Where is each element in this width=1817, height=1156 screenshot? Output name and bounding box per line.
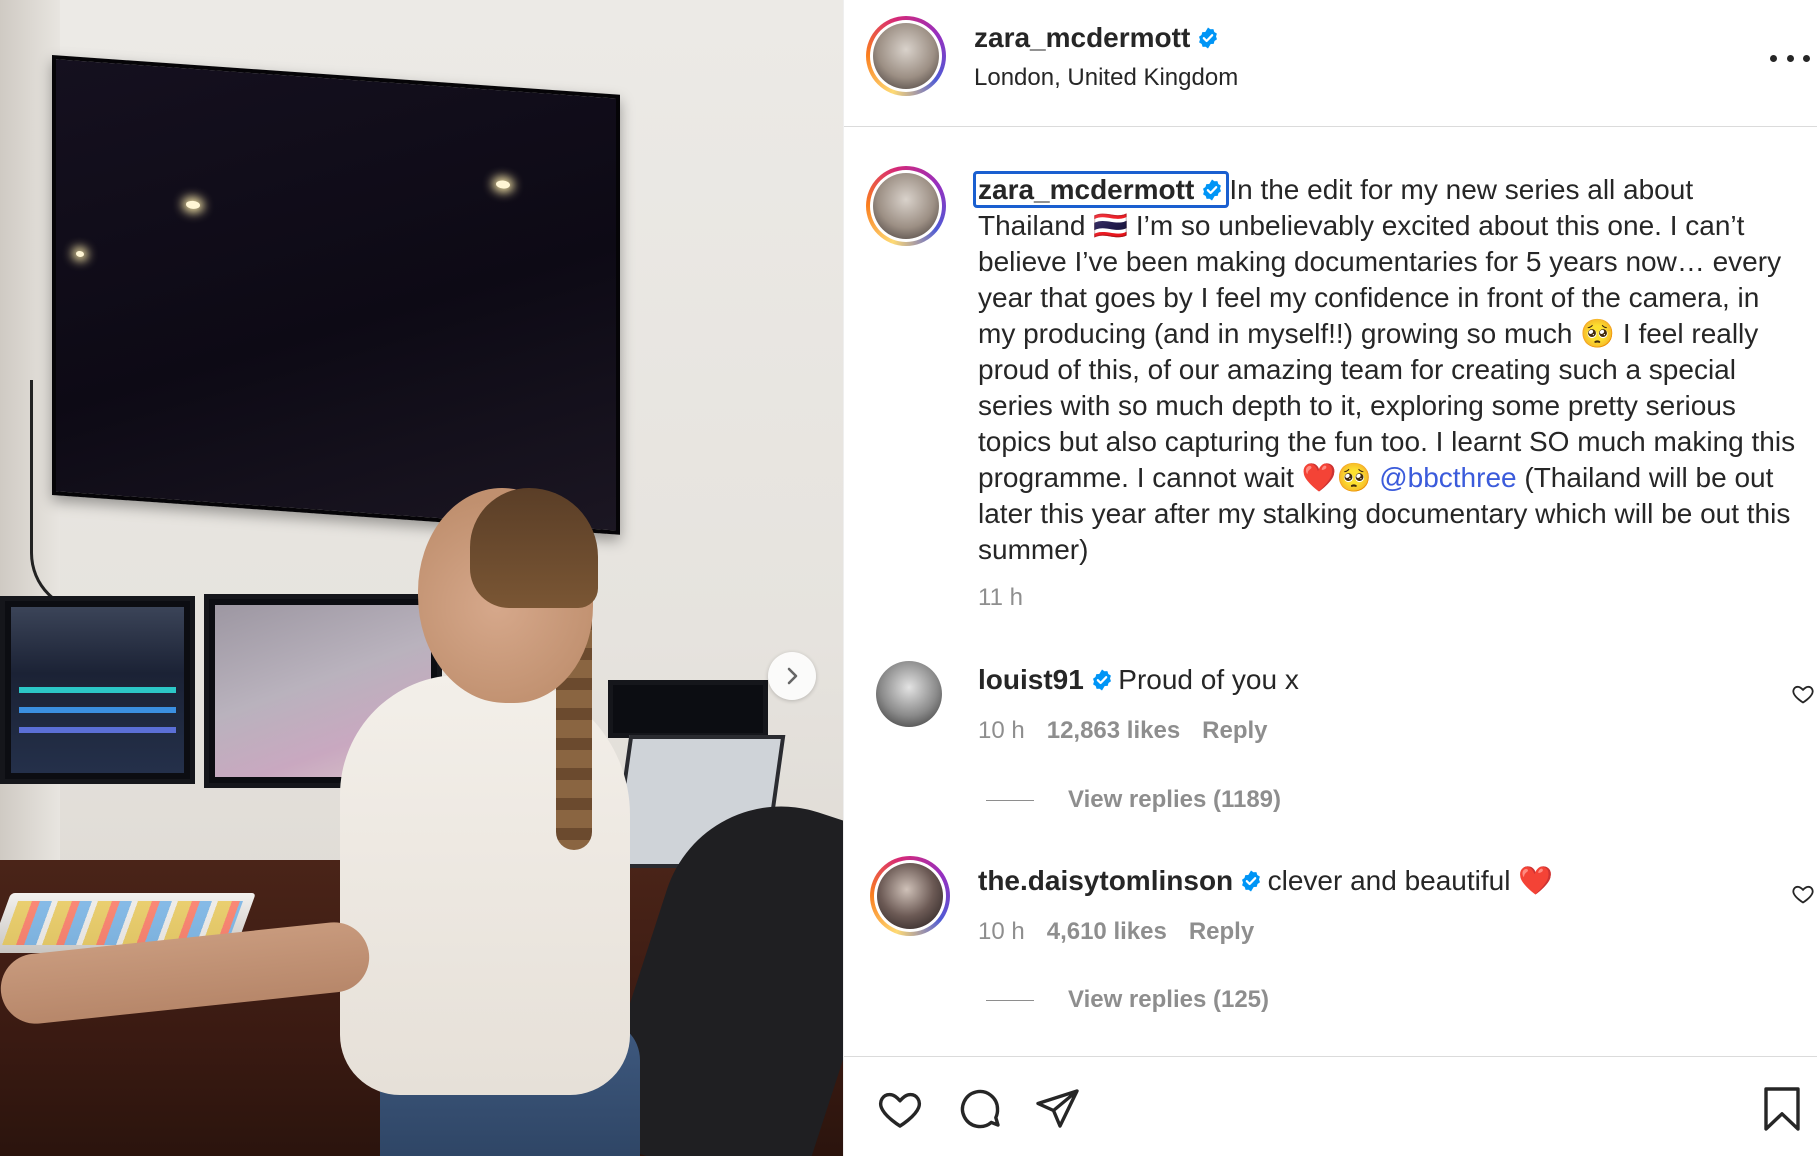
comment-like-heart-icon[interactable] [1791, 682, 1815, 706]
comment-time[interactable]: 10 h [978, 918, 1025, 945]
comment-icon[interactable] [956, 1085, 1004, 1133]
timeline-track [19, 707, 176, 713]
more-options-button[interactable] [1770, 40, 1810, 76]
comment-username[interactable]: the.daisytomlinson [978, 865, 1233, 896]
actions-divider [844, 1056, 1817, 1057]
replies-line [986, 800, 1034, 802]
comment: the.daisytomlinson clever and beautiful … [978, 864, 1758, 897]
avatar-image [873, 23, 939, 89]
heart-icon[interactable] [876, 1085, 924, 1133]
comment-likes[interactable]: 4,610 likes [1047, 918, 1167, 945]
view-replies-label[interactable]: View replies (125) [1068, 986, 1269, 1013]
comment-meta: 10 h 12,863 likes Reply [978, 717, 1290, 745]
view-replies-label[interactable]: View replies (1189) [1068, 786, 1281, 813]
post-image[interactable] [0, 0, 843, 1156]
caption-username[interactable]: zara_mcdermott [978, 174, 1194, 205]
verified-badge-icon [1203, 179, 1222, 201]
caption-username-link[interactable]: zara_mcdermott [973, 171, 1230, 208]
reply-button[interactable]: Reply [1202, 717, 1267, 744]
timeline-track [19, 687, 176, 693]
light-reflection [496, 180, 510, 190]
post-action-bar [876, 1085, 1806, 1135]
post-location[interactable]: London, United Kingdom [974, 64, 1238, 92]
comment-time[interactable]: 10 h [978, 717, 1025, 744]
verified-badge-icon [1199, 27, 1218, 49]
commenter-avatar[interactable] [870, 856, 950, 936]
avatar-border [870, 20, 942, 92]
avatar-image [877, 863, 943, 929]
monitor-small [608, 680, 768, 738]
caption-text: In the edit for my new series all about … [978, 174, 1796, 493]
verified-badge-icon [1242, 870, 1261, 892]
replies-line [986, 1000, 1034, 1002]
timeline-track [19, 727, 176, 733]
comment-like-heart-icon[interactable] [1791, 882, 1815, 906]
post-panel: zara_mcdermott London, United Kingdom za… [843, 0, 1817, 1156]
view-replies-button[interactable]: View replies (125) [986, 986, 1269, 1014]
more-dot [1786, 54, 1794, 62]
header-divider [844, 126, 1817, 127]
post-caption: zara_mcdermott In the edit for my new se… [973, 171, 1798, 568]
post-timestamp[interactable]: 11 h [978, 584, 1023, 612]
verified-badge-icon [1092, 669, 1111, 691]
more-dot [1770, 54, 1777, 62]
comment-username[interactable]: louist91 [978, 664, 1084, 695]
view-replies-button[interactable]: View replies (1189) [986, 786, 1281, 814]
comment-text: clever and beautiful ❤️ [1267, 865, 1554, 896]
post-header-username[interactable]: zara_mcdermott [974, 22, 1220, 54]
avatar-border [874, 860, 946, 932]
comment: louist91 Proud of you x [978, 664, 1758, 696]
more-dot [1803, 54, 1810, 62]
comment-meta: 10 h 4,610 likes Reply [978, 918, 1276, 946]
next-image-button[interactable] [768, 652, 816, 700]
chevron-right-icon [787, 667, 798, 685]
commenter-avatar[interactable] [876, 661, 942, 727]
cables [30, 380, 153, 613]
monitor-left [0, 596, 195, 784]
reply-button[interactable]: Reply [1189, 918, 1254, 945]
light-reflection [186, 200, 200, 210]
mention-link[interactable]: @bbcthree [1379, 462, 1516, 493]
light-reflection [76, 250, 84, 258]
caption-author-avatar[interactable] [866, 166, 946, 246]
comment-text: Proud of you x [1118, 664, 1299, 695]
avatar-border [870, 170, 942, 242]
comment-likes[interactable]: 12,863 likes [1047, 717, 1180, 744]
editing-timeline-screen [11, 607, 184, 773]
bookmark-icon[interactable] [1758, 1085, 1806, 1133]
author-username[interactable]: zara_mcdermott [974, 22, 1190, 53]
share-icon[interactable] [1034, 1085, 1082, 1133]
avatar-image [873, 173, 939, 239]
author-avatar[interactable] [866, 16, 946, 96]
